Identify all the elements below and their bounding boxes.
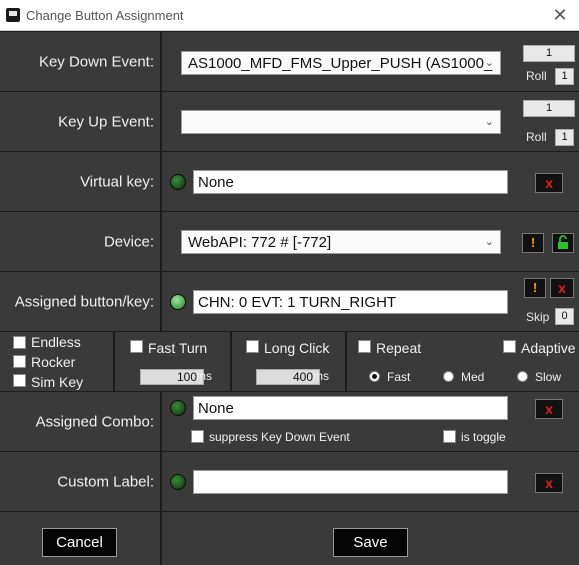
virtual-key-label: Virtual key:: [80, 173, 154, 190]
device-select[interactable]: WebAPI: 772 # [-772] ⌄: [181, 230, 501, 254]
chevron-down-icon: ⌄: [484, 236, 494, 248]
assigned-row: Assigned button/key: CHN: 0 EVT: 1 TURN_…: [0, 271, 579, 331]
save-button[interactable]: Save: [333, 528, 408, 557]
endless-checkbox[interactable]: [13, 336, 26, 349]
combo-field[interactable]: None: [193, 396, 508, 420]
skip-value[interactable]: 0: [555, 308, 574, 325]
speed-med-radio[interactable]: [443, 371, 454, 382]
fast-turn-ms-unit: ms: [196, 369, 212, 383]
long-click-checkbox[interactable]: [246, 340, 259, 353]
combo-label: Assigned Combo:: [35, 413, 154, 430]
repeat-checkbox[interactable]: [358, 340, 371, 353]
button-bar: Cancel Save: [0, 511, 579, 565]
speed-fast-radio[interactable]: [369, 371, 380, 382]
key-up-select[interactable]: ⌄: [181, 110, 501, 134]
is-toggle-checkbox[interactable]: [443, 430, 456, 443]
assigned-field[interactable]: CHN: 0 EVT: 1 TURN_RIGHT: [193, 290, 508, 314]
device-warning-icon[interactable]: !: [522, 233, 544, 253]
combo-row: Assigned Combo: None x suppress Key Down…: [0, 391, 579, 451]
speed-fast-label: Fast: [387, 370, 411, 384]
suppress-key-down-label: suppress Key Down Event: [209, 430, 350, 444]
close-icon[interactable]: ✕: [549, 4, 571, 26]
options-row: Endless Rocker Sim Key Fast Turn 100 ms …: [0, 331, 579, 391]
key-up-count[interactable]: 1: [523, 100, 575, 117]
key-down-roll-label: Roll: [526, 69, 547, 83]
adaptive-checkbox[interactable]: [503, 340, 516, 353]
clear-custom-label-button[interactable]: x: [535, 473, 563, 493]
speed-med-label: Med: [461, 370, 485, 384]
device-row: Device: WebAPI: 772 # [-772] ⌄ !: [0, 211, 579, 271]
endless-label: Endless: [31, 334, 81, 350]
is-toggle-label: is toggle: [461, 430, 506, 444]
device-label: Device:: [103, 233, 154, 250]
virtual-key-field[interactable]: None: [193, 170, 508, 194]
chevron-down-icon: ⌄: [484, 116, 494, 128]
fast-turn-label: Fast Turn: [148, 340, 208, 356]
status-led-icon: [170, 294, 186, 310]
key-up-roll-value[interactable]: 1: [555, 129, 574, 146]
sim-key-label: Sim Key: [31, 374, 84, 390]
cancel-button[interactable]: Cancel: [42, 528, 117, 557]
key-down-row: Key Down Event: AS1000_MFD_FMS_Upper_PUS…: [0, 31, 579, 91]
clear-assigned-button[interactable]: x: [550, 278, 574, 298]
rocker-label: Rocker: [31, 354, 76, 370]
status-led-icon: [170, 400, 186, 416]
speed-slow-radio[interactable]: [517, 371, 528, 382]
key-up-roll-label: Roll: [526, 130, 547, 144]
key-down-value: AS1000_MFD_FMS_Upper_PUSH (AS1000_: [188, 55, 493, 72]
speed-slow-label: Slow: [535, 370, 562, 384]
custom-label-label: Custom Label:: [57, 473, 154, 490]
assigned-label: Assigned button/key:: [14, 293, 154, 310]
skip-label: Skip: [526, 310, 550, 324]
clear-virtual-key-button[interactable]: x: [535, 173, 563, 193]
key-down-count[interactable]: 1: [523, 45, 575, 62]
clear-combo-button[interactable]: x: [535, 399, 563, 419]
key-down-label: Key Down Event:: [38, 53, 154, 70]
custom-label-field[interactable]: [193, 470, 508, 494]
status-led-icon: [170, 474, 186, 490]
long-click-ms-field[interactable]: 400: [256, 369, 320, 385]
long-click-ms-unit: ms: [313, 369, 329, 383]
status-led-icon: [170, 174, 186, 190]
suppress-key-down-checkbox[interactable]: [191, 430, 204, 443]
repeat-label: Repeat: [376, 340, 422, 356]
key-up-row: Key Up Event: ⌄ 1 Roll 1: [0, 91, 579, 151]
lock-icon[interactable]: [552, 233, 574, 253]
key-down-roll-value[interactable]: 1: [555, 68, 574, 85]
long-click-label: Long Click: [264, 340, 330, 356]
adaptive-label: Adaptive: [521, 340, 576, 356]
assigned-warning-icon[interactable]: !: [524, 278, 546, 298]
fast-turn-checkbox[interactable]: [130, 340, 143, 353]
fast-turn-ms-field[interactable]: 100: [140, 369, 204, 385]
sim-key-checkbox[interactable]: [13, 374, 26, 387]
rocker-checkbox[interactable]: [13, 355, 26, 368]
virtual-key-row: Virtual key: None x: [0, 151, 579, 211]
chevron-down-icon: ⌄: [484, 57, 494, 69]
key-down-select[interactable]: AS1000_MFD_FMS_Upper_PUSH (AS1000_ ⌄: [181, 51, 501, 75]
device-value: WebAPI: 772 # [-772]: [188, 234, 332, 251]
key-up-label: Key Up Event:: [58, 113, 154, 130]
window-title: Change Button Assignment: [26, 8, 184, 23]
custom-label-row: Custom Label: x: [0, 451, 579, 511]
app-icon: [6, 8, 20, 22]
title-bar: Change Button Assignment ✕: [0, 0, 579, 31]
